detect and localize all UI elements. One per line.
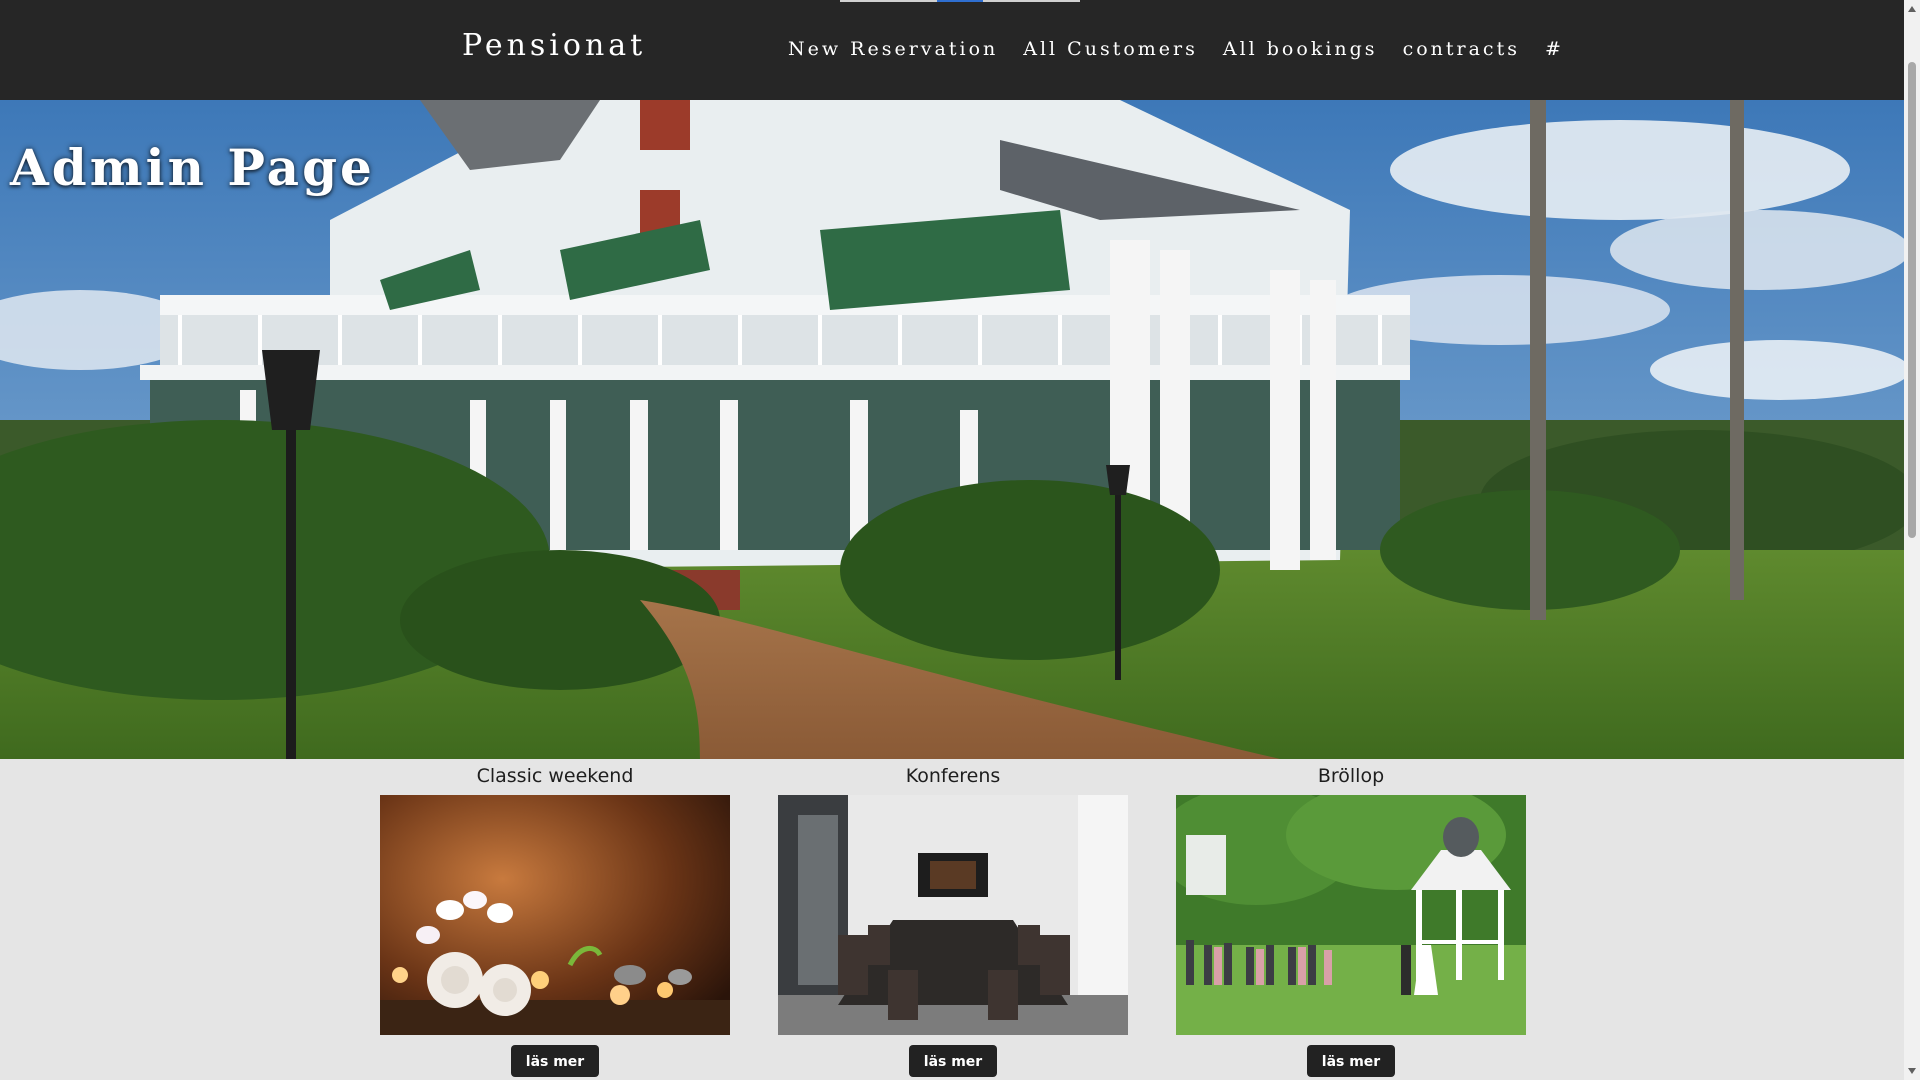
nav-link-new-reservation[interactable]: New Reservation — [788, 38, 998, 60]
nav-links: New Reservation All Customers All bookin… — [788, 38, 1564, 60]
hero-section: Admin Page — [0, 100, 1904, 759]
brand-logo-link[interactable]: Pensionat — [462, 28, 646, 63]
nav-link-all-customers[interactable]: All Customers — [1023, 38, 1198, 60]
read-more-button[interactable]: läs mer — [1307, 1045, 1395, 1077]
card-classic-weekend: Classic weekend läs mer — [380, 759, 730, 1077]
card-image-spa — [380, 795, 730, 1035]
nav-link-all-bookings[interactable]: All bookings — [1223, 38, 1378, 60]
nav-indicator-active — [937, 0, 983, 2]
card-image-conference — [778, 795, 1128, 1035]
card-title: Konferens — [905, 765, 1001, 787]
card-image-wedding — [1176, 795, 1526, 1035]
package-cards: Classic weekend läs mer Konferens läs me… — [380, 759, 1526, 1080]
nav-link-hash[interactable]: # — [1545, 38, 1564, 60]
scroll-up-arrow-icon[interactable] — [1908, 6, 1916, 12]
card-title: Bröllop — [1317, 765, 1385, 787]
scrollbar-thumb[interactable] — [1908, 62, 1916, 538]
read-more-button[interactable]: läs mer — [909, 1045, 997, 1077]
page-title: Admin Page — [10, 137, 375, 197]
top-navbar: Pensionat New Reservation All Customers … — [0, 0, 1904, 100]
card-konferens: Konferens läs mer — [778, 759, 1128, 1077]
vertical-scrollbar[interactable] — [1904, 0, 1920, 1080]
scroll-down-arrow-icon[interactable] — [1908, 1068, 1916, 1074]
hero-image — [0, 100, 1904, 759]
card-title: Classic weekend — [476, 765, 634, 787]
nav-link-contracts[interactable]: contracts — [1403, 38, 1520, 60]
page: Pensionat New Reservation All Customers … — [0, 0, 1904, 1080]
card-brollop: Bröllop läs mer — [1176, 759, 1526, 1077]
read-more-button[interactable]: läs mer — [511, 1045, 599, 1077]
